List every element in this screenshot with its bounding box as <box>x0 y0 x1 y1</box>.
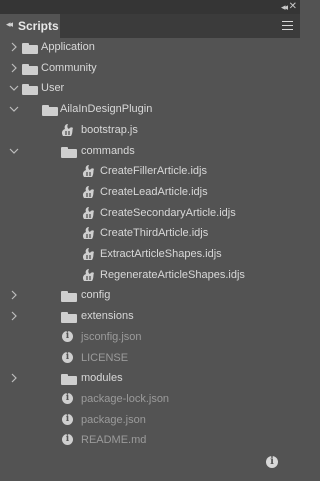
info-icon[interactable]: i <box>266 456 278 468</box>
tree-row[interactable]: modules <box>0 369 300 389</box>
tree-row[interactable]: CreateLeadArticle.idjs <box>0 183 300 203</box>
chevron-right-icon[interactable] <box>9 311 19 321</box>
folder-icon <box>61 291 77 303</box>
chevron-right-icon[interactable] <box>9 42 19 52</box>
tree-row[interactable]: RegenerateArticleShapes.idjs <box>0 266 300 286</box>
tree-row[interactable]: CreateFillerArticle.idjs <box>0 162 300 182</box>
tree-row-label: package.json <box>81 413 146 426</box>
tree-row-label: CreateThirdArticle.idjs <box>100 227 209 240</box>
tree-row[interactable]: config <box>0 286 300 306</box>
panel-title-strip: ◂◂ ✕ <box>0 0 300 14</box>
folder-icon <box>61 374 77 386</box>
tree-row-label: modules <box>81 372 123 385</box>
chevron-right-icon[interactable] <box>9 63 19 73</box>
tree-row[interactable]: AilaInDesignPlugin <box>0 100 300 120</box>
tree-row[interactable]: bootstrap.js <box>0 121 300 141</box>
script-file-icon <box>82 268 96 282</box>
folder-icon <box>22 43 38 54</box>
info-icon: i <box>62 351 73 363</box>
tree-row-label: Community <box>41 61 97 74</box>
tree-row-label: ExtractArticleShapes.idjs <box>100 248 222 260</box>
tree-row[interactable]: Application <box>0 38 300 58</box>
info-icon: i <box>62 392 73 404</box>
folder-icon <box>61 146 77 158</box>
tree-row-label: jsconfig.json <box>81 330 142 343</box>
tree-row-label: README.md <box>81 434 147 447</box>
tree-row[interactable]: i package.json <box>0 411 300 431</box>
tree-row-label: CreateLeadArticle.idjs <box>100 185 208 198</box>
close-panel-icon[interactable]: ✕ <box>289 1 297 12</box>
tree-row-label: User <box>41 82 65 95</box>
tree-row[interactable]: Community <box>0 59 300 79</box>
scripts-panel: ◂◂ ✕ ◂◂ Scripts Application Community User… <box>0 0 300 481</box>
info-icon: i <box>62 434 73 446</box>
tree-row-label: AilaInDesignPlugin <box>60 103 153 116</box>
tree-row[interactable]: CreateThirdArticle.idjs <box>0 224 300 244</box>
info-icon: i <box>62 330 73 342</box>
tree-row-label: config <box>81 289 111 302</box>
tree-row[interactable]: User <box>0 79 300 99</box>
tree-row-label: package-lock.json <box>81 392 170 405</box>
tree-row-label: RegenerateArticleShapes.idjs <box>100 268 245 281</box>
tree-row[interactable]: i LICENSE <box>0 349 300 369</box>
tab-scripts-label: Scripts <box>18 19 59 33</box>
script-file-icon <box>82 206 96 220</box>
script-file-icon <box>61 123 75 137</box>
chevron-right-icon[interactable] <box>9 373 19 383</box>
chevron-right-icon[interactable] <box>9 290 19 300</box>
tree-row-label: CreateFillerArticle.idjs <box>100 165 207 178</box>
folder-icon <box>61 312 77 324</box>
tree-row[interactable]: CreateSecondaryArticle.idjs <box>0 204 300 224</box>
tree-row-label: LICENSE <box>81 351 129 364</box>
panel-tab-bar: ◂◂ Scripts <box>0 14 300 38</box>
tree-row[interactable]: i README.md <box>0 431 300 451</box>
tree-row[interactable]: i package-lock.json <box>0 390 300 410</box>
chevron-down-icon[interactable] <box>9 83 19 93</box>
tree-row[interactable]: extensions <box>0 307 300 327</box>
folder-icon <box>22 84 38 96</box>
chevron-down-icon[interactable] <box>9 146 19 156</box>
tree-row-label: extensions <box>81 310 134 323</box>
panel-menu-icon[interactable] <box>282 21 293 30</box>
tab-collapse-icon[interactable]: ◂◂ <box>6 19 13 30</box>
script-file-icon <box>82 226 96 240</box>
tab-scripts[interactable]: ◂◂ Scripts <box>0 14 60 38</box>
folder-icon <box>22 63 38 75</box>
script-file-icon <box>82 185 96 199</box>
script-file-icon <box>82 164 96 178</box>
tree-row-label: bootstrap.js <box>81 123 138 136</box>
info-icon: i <box>62 413 73 425</box>
chevron-down-icon[interactable] <box>9 104 19 114</box>
tree-row[interactable]: commands <box>0 142 300 162</box>
tree-row-label: Application <box>41 41 95 53</box>
collapse-panel-icon[interactable]: ◂◂ <box>281 2 288 12</box>
folder-icon <box>42 105 58 117</box>
tree-row[interactable]: ExtractArticleShapes.idjs <box>0 245 300 265</box>
tree-row-label: commands <box>81 144 135 157</box>
script-file-icon <box>82 247 96 261</box>
tree-row-label: CreateSecondaryArticle.idjs <box>100 206 236 219</box>
tree-row[interactable]: i jsconfig.json <box>0 328 300 348</box>
